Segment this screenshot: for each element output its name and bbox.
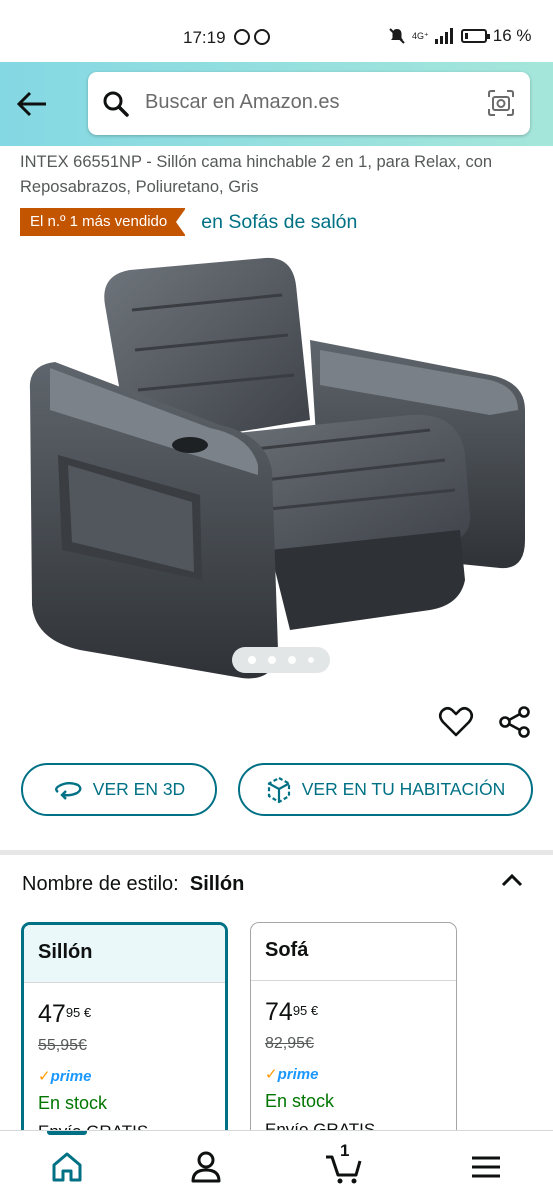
option-stock: En stock xyxy=(38,1093,108,1113)
share-icon[interactable] xyxy=(497,704,533,740)
option-price: 7495 € xyxy=(265,998,319,1026)
style-label: Nombre de estilo: xyxy=(22,873,179,895)
search-placeholder: Buscar en Amazon.es xyxy=(145,91,340,113)
cart-count: 1 xyxy=(340,1141,350,1160)
ar-cube-icon xyxy=(267,776,290,803)
style-selector-header: Nombre de estilo: Sillón xyxy=(22,873,244,896)
status-time: 17:19 xyxy=(183,28,226,47)
view-in-room-label: VER EN TU HABITACIÓN xyxy=(301,779,506,799)
search-icon xyxy=(103,91,129,117)
view-3d-button[interactable]: VER EN 3D xyxy=(21,763,217,816)
image-carousel-dots[interactable] xyxy=(232,647,330,673)
option-old-price: 82,95€ xyxy=(265,1035,314,1052)
style-selected-value: Sillón xyxy=(189,873,245,895)
prime-check-icon: ✓ xyxy=(38,1068,51,1085)
account-icon[interactable] xyxy=(186,1147,226,1187)
camera-scan-icon[interactable] xyxy=(486,88,516,118)
search-input[interactable]: Buscar en Amazon.es xyxy=(88,72,530,135)
chevron-up-icon[interactable] xyxy=(498,866,526,894)
bestseller-category-link[interactable]: en Sofás de salón xyxy=(201,211,357,234)
whatsapp-icon xyxy=(234,29,250,45)
bestseller-badge: El n.º 1 más vendido xyxy=(20,208,187,236)
home-icon[interactable] xyxy=(47,1147,87,1187)
status-bar: 17:19 4G⁺ 16 % xyxy=(0,0,553,62)
bell-muted-icon xyxy=(389,28,405,44)
product-image[interactable] xyxy=(20,250,540,690)
carousel-dot-active[interactable] xyxy=(248,656,256,664)
heart-icon[interactable] xyxy=(438,704,474,740)
style-option-card[interactable]: Sofá 7495 € 82,95€ ✓prime En stock Envío… xyxy=(250,922,457,1152)
style-option-name: Sillón xyxy=(24,925,225,983)
style-option-card[interactable]: Sillón 4795 € 55,95€ ✓prime En stock Env… xyxy=(21,922,228,1152)
style-option-name: Sofá xyxy=(251,923,456,981)
prime-badge: ✓prime xyxy=(265,1066,319,1083)
battery-icon xyxy=(460,29,490,43)
prime-check-icon: ✓ xyxy=(265,1066,278,1083)
back-arrow-icon[interactable] xyxy=(14,86,50,122)
carousel-dot[interactable] xyxy=(308,657,314,663)
option-stock: En stock xyxy=(265,1091,335,1111)
section-divider xyxy=(0,850,553,855)
product-detail-screen: 17:19 4G⁺ 16 % Buscar en Amazon.es INTEX… xyxy=(0,0,553,1200)
rotate-3d-icon xyxy=(54,781,82,800)
battery-percent: 16 % xyxy=(492,26,532,45)
bestseller-row[interactable]: El n.º 1 más vendido en Sofás de salón xyxy=(20,208,357,236)
status-right: 4G⁺ 16 % xyxy=(388,26,532,46)
view-3d-label: VER EN 3D xyxy=(92,779,186,799)
network-type: 4G⁺ xyxy=(412,30,429,41)
cart-button[interactable]: 1 xyxy=(324,1141,364,1187)
whatsapp-icon xyxy=(254,29,270,45)
active-tab-indicator xyxy=(47,1131,87,1135)
carousel-dot[interactable] xyxy=(288,656,296,664)
option-old-price: 55,95€ xyxy=(38,1037,87,1054)
battery-fill xyxy=(464,33,468,39)
bottom-navigation: 1 xyxy=(0,1130,553,1200)
top-header: Buscar en Amazon.es xyxy=(0,62,553,146)
carousel-dot[interactable] xyxy=(268,656,276,664)
view-in-room-button[interactable]: VER EN TU HABITACIÓN xyxy=(238,763,533,816)
signal-icon xyxy=(434,28,453,44)
product-title[interactable]: INTEX 66551NP - Sillón cama hinchable 2 … xyxy=(20,150,540,200)
option-price: 4795 € xyxy=(38,1000,92,1028)
prime-badge: ✓prime xyxy=(38,1068,92,1085)
menu-icon[interactable] xyxy=(466,1147,506,1187)
